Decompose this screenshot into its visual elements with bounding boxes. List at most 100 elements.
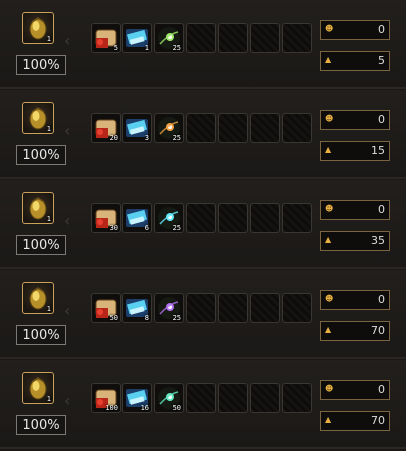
- material-slot[interactable]: 3: [122, 113, 152, 143]
- gold-coin-icon: ☻: [325, 114, 334, 123]
- success-rate: 100%: [16, 55, 66, 75]
- point-cost-value: 35: [371, 234, 385, 247]
- empty-material-slot[interactable]: [250, 293, 280, 323]
- honor-point-icon: ▲: [325, 325, 332, 334]
- material-slot[interactable]: 8: [122, 293, 152, 323]
- gold-cost-box: ☻ 0: [320, 290, 390, 310]
- material-count: 20: [109, 134, 118, 142]
- gold-cost-box: ☻ 0: [320, 380, 390, 400]
- material-slot[interactable]: 16: [122, 383, 152, 413]
- honor-point-icon: ▲: [325, 145, 332, 154]
- material-count: 16: [140, 404, 149, 412]
- success-rate: 100%: [16, 145, 66, 165]
- gold-cost-value: 0: [378, 113, 385, 126]
- material-count: 5: [113, 44, 118, 52]
- empty-material-slot[interactable]: [250, 23, 280, 53]
- recipe-row: 1 100% ‹ 20 3 25 ☻ 0 ▲ 15: [0, 90, 406, 179]
- recipe-row: 1 100% ‹ 100 16 50 ☻ 0 ▲ 70: [0, 360, 406, 449]
- gold-cost-box: ☻ 0: [320, 110, 390, 130]
- empty-material-slot[interactable]: [186, 113, 216, 143]
- result-item-slot[interactable]: 1: [22, 192, 54, 224]
- result-item-slot[interactable]: 1: [22, 372, 54, 404]
- material-slot[interactable]: 25: [154, 293, 184, 323]
- material-slot[interactable]: 5: [91, 23, 121, 53]
- chevron-left-icon: ‹: [64, 121, 71, 140]
- material-slot[interactable]: 50: [154, 383, 184, 413]
- empty-material-slot[interactable]: [218, 113, 248, 143]
- result-item-slot[interactable]: 1: [22, 102, 54, 134]
- material-slot[interactable]: 100: [91, 383, 121, 413]
- empty-material-slot[interactable]: [250, 383, 280, 413]
- material-slot[interactable]: 25: [154, 23, 184, 53]
- gold-cost-value: 0: [378, 203, 385, 216]
- empty-material-slot[interactable]: [250, 113, 280, 143]
- chevron-left-icon: ‹: [64, 391, 71, 410]
- empty-material-slot[interactable]: [282, 383, 312, 413]
- gold-coin-icon: ☻: [325, 384, 334, 393]
- material-slot[interactable]: 25: [154, 203, 184, 233]
- result-item-count: 1: [46, 215, 51, 223]
- point-cost-box: ▲ 70: [320, 411, 390, 431]
- point-cost-box: ▲ 35: [320, 231, 390, 251]
- empty-material-slot[interactable]: [218, 293, 248, 323]
- honor-point-icon: ▲: [325, 415, 332, 424]
- point-cost-value: 5: [378, 54, 385, 67]
- empty-material-slot[interactable]: [218, 23, 248, 53]
- result-item-count: 1: [46, 35, 51, 43]
- recipe-row: 1 100% ‹ 50 8 25 ☻ 0 ▲ 70: [0, 270, 406, 359]
- material-slot[interactable]: 6: [122, 203, 152, 233]
- gold-coin-icon: ☻: [325, 294, 334, 303]
- empty-material-slot[interactable]: [282, 203, 312, 233]
- material-count: 30: [109, 224, 118, 232]
- chevron-left-icon: ‹: [64, 31, 71, 50]
- empty-material-slot[interactable]: [282, 293, 312, 323]
- material-count: 100: [105, 404, 118, 412]
- empty-material-slot[interactable]: [218, 203, 248, 233]
- empty-material-slot[interactable]: [186, 383, 216, 413]
- point-cost-value: 70: [371, 324, 385, 337]
- material-count: 3: [144, 134, 149, 142]
- chevron-left-icon: ‹: [64, 211, 71, 230]
- recipe-row: 1 100% ‹ 5 1 25 ☻ 0 ▲ 5: [0, 0, 406, 89]
- empty-material-slot[interactable]: [218, 383, 248, 413]
- empty-material-slot[interactable]: [282, 23, 312, 53]
- empty-material-slot[interactable]: [250, 203, 280, 233]
- honor-point-icon: ▲: [325, 55, 332, 64]
- material-count: 25: [172, 314, 181, 322]
- result-item-slot[interactable]: 1: [22, 12, 54, 44]
- material-count: 8: [144, 314, 149, 322]
- point-cost-box: ▲ 70: [320, 321, 390, 341]
- success-rate: 100%: [16, 415, 66, 435]
- material-slot[interactable]: 30: [91, 203, 121, 233]
- material-count: 50: [172, 404, 181, 412]
- material-count: 1: [144, 44, 149, 52]
- result-item-count: 1: [46, 125, 51, 133]
- material-count: 25: [172, 134, 181, 142]
- success-rate: 100%: [16, 235, 66, 255]
- recipe-row: 1 100% ‹ 30 6 25 ☻ 0 ▲ 35: [0, 180, 406, 269]
- gold-cost-value: 0: [378, 293, 385, 306]
- material-slot[interactable]: 1: [122, 23, 152, 53]
- success-rate: 100%: [16, 325, 66, 345]
- gold-cost-box: ☻ 0: [320, 200, 390, 220]
- gold-coin-icon: ☻: [325, 24, 334, 33]
- point-cost-value: 70: [371, 414, 385, 427]
- result-item-slot[interactable]: 1: [22, 282, 54, 314]
- gold-coin-icon: ☻: [325, 204, 334, 213]
- material-count: 25: [172, 44, 181, 52]
- empty-material-slot[interactable]: [186, 23, 216, 53]
- point-cost-box: ▲ 5: [320, 51, 390, 71]
- result-item-count: 1: [46, 305, 51, 313]
- empty-material-slot[interactable]: [282, 113, 312, 143]
- empty-material-slot[interactable]: [186, 293, 216, 323]
- material-count: 6: [144, 224, 149, 232]
- material-slot[interactable]: 25: [154, 113, 184, 143]
- point-cost-box: ▲ 15: [320, 141, 390, 161]
- result-item-count: 1: [46, 395, 51, 403]
- material-slot[interactable]: 20: [91, 113, 121, 143]
- honor-point-icon: ▲: [325, 235, 332, 244]
- gold-cost-box: ☻ 0: [320, 20, 390, 40]
- empty-material-slot[interactable]: [186, 203, 216, 233]
- chevron-left-icon: ‹: [64, 301, 71, 320]
- material-slot[interactable]: 50: [91, 293, 121, 323]
